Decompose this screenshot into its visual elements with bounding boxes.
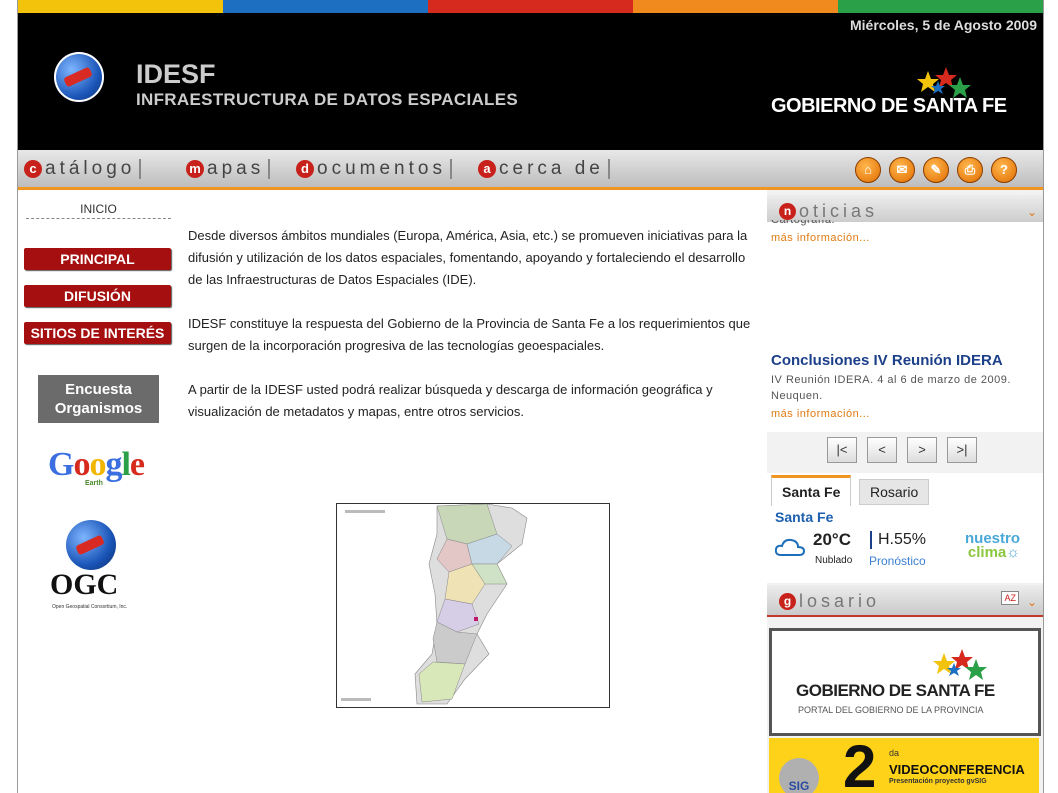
video-number: 2 [843, 738, 877, 793]
news-more-link-2[interactable]: más información... [771, 408, 870, 420]
idesf-globe-icon[interactable] [54, 52, 104, 102]
gobierno-banner-title: GOBIERNO DE SANTA FE [796, 681, 995, 700]
mail-icon[interactable]: ✉ [889, 157, 915, 183]
header-date: Miércoles, 5 de Agosto 2009 [850, 17, 1037, 33]
inicio-heading: INICIO [26, 202, 171, 219]
news-more-link-1[interactable]: más información... [771, 232, 870, 244]
glosario-az-icon[interactable]: AZ [1001, 591, 1019, 605]
difusion-button[interactable]: DIFUSIÓN [24, 285, 171, 307]
main-content: Desde diversos ámbitos mundiales (Europa… [188, 225, 756, 445]
nav-acerca-de[interactable]: a cerca de [478, 158, 610, 180]
news-cut-text: Cartografía. [771, 220, 836, 226]
news-text: IV Reunión IDERA. 4 al 6 de marzo de 200… [771, 374, 1011, 402]
glosario-title: g losario [779, 591, 880, 612]
weather-city: Santa Fe [775, 509, 834, 525]
intro-paragraph-1: Desde diversos ámbitos mundiales (Europa… [188, 228, 748, 287]
weather-widget: Rosario Santa Fe Santa Fe 20°C H.55% Nub… [767, 473, 1043, 583]
noticias-box: Cartografía. más información... Conclusi… [767, 220, 1043, 432]
weather-condition: Nublado [815, 555, 853, 566]
video-ordinal: da [889, 748, 900, 758]
video-subtitle: Presentación proyecto gvSIG [889, 778, 987, 785]
news-pager: |< < > >| [827, 437, 977, 463]
noticias-title: n oticias [779, 201, 878, 222]
glosario-header[interactable]: g losario AZ ⌄ [767, 585, 1043, 617]
intro-paragraph-2: IDESF constituye la respuesta del Gobier… [188, 316, 751, 353]
right-sidebar: n oticias ⌄ Cartografía. más información.… [767, 190, 1043, 793]
top-color-bar [18, 0, 1043, 13]
help-icon[interactable]: ? [991, 157, 1017, 183]
logo-title[interactable]: IDESF [136, 61, 216, 88]
sitios-de-interes-button[interactable]: SITIOS DE INTERÉS [24, 322, 171, 344]
chevron-down-icon[interactable]: ⌄ [1027, 595, 1037, 609]
province-map-image[interactable] [336, 503, 610, 708]
videoconferencia-banner[interactable]: SIG 2 da VIDEOCONFERENCIA Presentación p… [769, 738, 1039, 793]
gobierno-portal-banner[interactable]: GOBIERNO DE SANTA FE PORTAL DEL GOBIERNO… [769, 628, 1041, 736]
pager-next-button[interactable]: > [907, 437, 937, 463]
nav-documentos[interactable]: d ocumentos [296, 158, 452, 180]
home-icon[interactable]: ⌂ [855, 157, 881, 183]
main-nav: c atálogo m apas d ocumentos a cerca de ⌂ ✉ … [18, 150, 1043, 190]
tab-rosario[interactable]: Rosario [859, 479, 930, 505]
sig-logo: SIG [779, 758, 819, 793]
pager-last-button[interactable]: >| [947, 437, 977, 463]
pager-first-button[interactable]: |< [827, 437, 857, 463]
ogc-logo-text[interactable]: OGC [50, 568, 118, 602]
intro-paragraph-3: A partir de la IDESF usted podrá realiza… [188, 382, 713, 419]
nav-catalogo[interactable]: c atálogo [24, 158, 142, 180]
page-frame: Miércoles, 5 de Agosto 2009 IDESF INFRAE… [17, 0, 1044, 793]
forecast-link[interactable]: Pronóstico [869, 554, 926, 568]
nav-icon-group: ⌂ ✉ ✎ ⎙ ? [855, 157, 1017, 183]
ogc-logo-sub: Open Geospatial Consortium, Inc. [52, 604, 128, 610]
ogc-globe-icon[interactable] [66, 520, 116, 570]
print-icon[interactable]: ⎙ [957, 157, 983, 183]
weather-temperature: 20°C [813, 530, 851, 549]
gobierno-logo-text[interactable]: GOBIERNO DE SANTA FE [771, 95, 1007, 118]
tab-santa-fe[interactable]: Santa Fe [771, 475, 852, 506]
news-title[interactable]: Conclusiones IV Reunión IDERA [771, 352, 1003, 369]
edit-icon[interactable]: ✎ [923, 157, 949, 183]
pager-prev-button[interactable]: < [867, 437, 897, 463]
nuestro-clima-logo[interactable]: nuestro clima☼ [965, 531, 1020, 560]
chevron-down-icon[interactable]: ⌄ [1027, 205, 1037, 219]
logo-subtitle: INFRAESTRUCTURA DE DATOS ESPACIALES [136, 90, 519, 109]
cloud-icon [775, 538, 805, 556]
header: Miércoles, 5 de Agosto 2009 IDESF INFRAE… [18, 13, 1043, 150]
weather-humidity: H.55% [870, 531, 926, 549]
gobierno-banner-subtitle: PORTAL DEL GOBIERNO DE LA PROVINCIA [798, 705, 984, 715]
video-title: VIDEOCONFERENCIA [889, 762, 1025, 777]
principal-button[interactable]: PRINCIPAL [24, 248, 171, 270]
province-map-drawing [341, 504, 528, 705]
google-earth-sub: Earth [85, 480, 103, 487]
nav-mapas[interactable]: m apas [186, 158, 271, 180]
encuesta-organismos-button[interactable]: Encuesta Organismos [38, 375, 159, 423]
gobierno-stars-icon [933, 649, 987, 680]
google-earth-logo[interactable]: Google [48, 446, 145, 484]
